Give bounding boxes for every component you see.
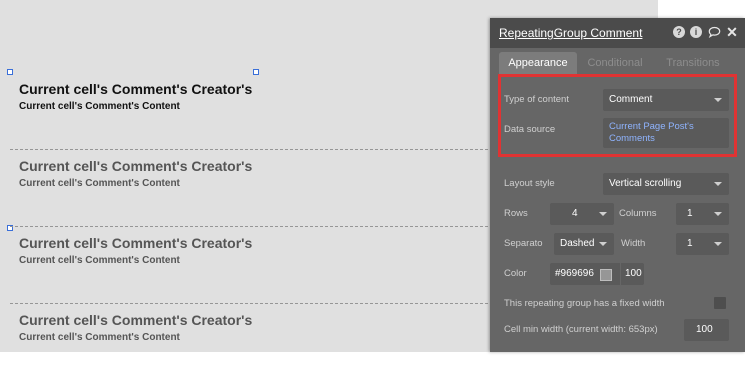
comment-creator-text: Current cell's Comment's Creator's (19, 81, 253, 97)
close-icon[interactable]: ✕ (726, 25, 738, 39)
comment-content-text: Current cell's Comment's Content (19, 332, 180, 343)
layout-style-value: Vertical scrolling (609, 178, 682, 189)
cell-min-width-label: Cell min width (current width: 653px) (504, 324, 658, 335)
columns-dropdown[interactable]: 1 (676, 203, 729, 225)
info-icon[interactable]: i (690, 26, 702, 38)
separator-label: Separato (504, 238, 543, 249)
rows-label: Rows (504, 208, 528, 219)
tab-appearance[interactable]: Appearance (499, 52, 577, 74)
tab-conditional[interactable]: Conditional (582, 52, 648, 74)
width-dropdown[interactable]: 1 (676, 233, 729, 255)
rows-value: 4 (572, 208, 578, 219)
layout-style-dropdown[interactable]: Vertical scrolling (603, 173, 729, 195)
chevron-down-icon (714, 182, 722, 186)
help-icon[interactable]: ? (673, 26, 685, 38)
width-label: Width (621, 238, 646, 249)
color-hex-value: #969696 (555, 268, 594, 279)
color-label: Color (504, 268, 527, 279)
chevron-down-icon (599, 242, 607, 246)
fixed-width-label: This repeating group has a fixed width (504, 298, 665, 309)
cell-min-width-input[interactable]: 100 (684, 319, 729, 341)
separator-value: Dashed (560, 238, 595, 249)
rows-dropdown[interactable]: 4 (550, 203, 614, 225)
panel-header: RepeatingGroup Comment ? i ✕ (490, 18, 745, 48)
columns-label: Columns (619, 208, 657, 219)
comment-creator-text: Current cell's Comment's Creator's (19, 158, 253, 174)
comment-icon[interactable] (708, 26, 721, 39)
color-swatch (600, 269, 612, 281)
chevron-down-icon (714, 242, 722, 246)
chevron-down-icon (714, 212, 722, 216)
layout-style-label: Layout style (504, 178, 555, 189)
comment-creator-text: Current cell's Comment's Creator's (19, 312, 253, 328)
comment-content-text: Current cell's Comment's Content (19, 178, 180, 189)
color-picker[interactable]: #969696 100 (550, 263, 644, 285)
color-opacity-value[interactable]: 100 (620, 263, 646, 285)
comment-creator-text: Current cell's Comment's Creator's (19, 235, 253, 251)
panel-title[interactable]: RepeatingGroup Comment (499, 26, 642, 40)
width-value: 1 (687, 238, 693, 249)
chevron-down-icon (599, 212, 607, 216)
annotation-highlight-box (498, 74, 737, 157)
fixed-width-checkbox[interactable] (714, 297, 726, 309)
comment-content-text: Current cell's Comment's Content (19, 101, 180, 112)
separator-dropdown[interactable]: Dashed (554, 233, 614, 255)
property-editor-panel: RepeatingGroup Comment ? i ✕ Appearance … (490, 18, 745, 352)
tab-transitions[interactable]: Transitions (660, 52, 726, 74)
comment-content-text: Current cell's Comment's Content (19, 255, 180, 266)
columns-value: 1 (687, 208, 693, 219)
